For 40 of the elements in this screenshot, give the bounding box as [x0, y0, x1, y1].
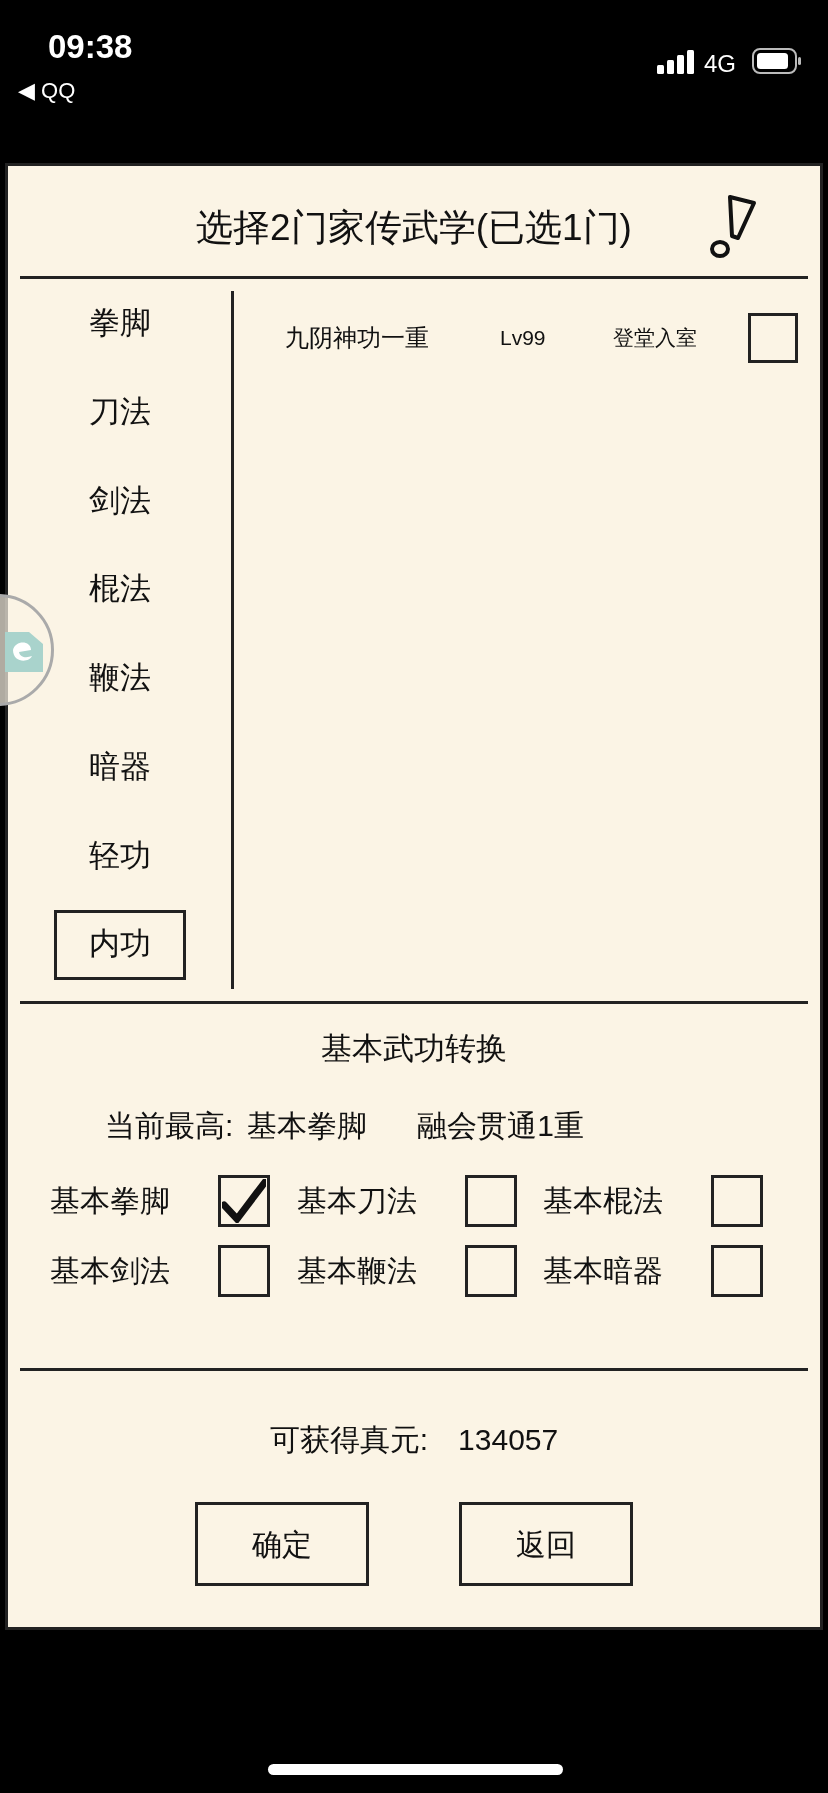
option-label: 基本剑法 — [50, 1253, 171, 1289]
category-tab[interactable]: 内功 — [53, 909, 186, 980]
checkbox[interactable] — [748, 313, 798, 363]
category-tab[interactable]: 暗器 — [53, 732, 186, 803]
checkbox[interactable] — [218, 1174, 270, 1227]
checkbox[interactable] — [464, 1174, 517, 1227]
category-tab[interactable]: 剑法 — [53, 465, 186, 536]
reward-label: 可获得真元: — [269, 1422, 429, 1458]
signal-icon — [657, 50, 695, 74]
option-label: 基本暗器 — [543, 1253, 665, 1289]
dialog-button[interactable]: 返回 — [459, 1502, 633, 1586]
option-label: 基本拳脚 — [50, 1183, 171, 1219]
option-label: 基本棍法 — [543, 1183, 665, 1219]
back-link[interactable]: ◀ QQ — [18, 74, 76, 107]
category-tab[interactable]: 棍法 — [53, 554, 186, 625]
skill-rank: 登堂入室 — [613, 325, 698, 352]
checkbox[interactable] — [711, 1174, 764, 1227]
current-best-skill: 基本拳脚 — [247, 1107, 368, 1144]
dialog-button[interactable]: 确定 — [195, 1502, 369, 1586]
checkbox[interactable] — [711, 1244, 764, 1297]
dialog-title: 选择2门家传武学(已选1门) — [196, 206, 632, 251]
skill-level: Lv99 — [500, 325, 547, 352]
category-tab[interactable]: 轻功 — [53, 820, 186, 891]
battery-icon — [752, 48, 802, 74]
section-heading: 基本武功转换 — [321, 1030, 507, 1068]
skill-name: 九阴神功一重 — [285, 323, 430, 353]
current-best-label: 当前最高: — [105, 1107, 234, 1144]
current-best-rank: 融会贯通1重 — [417, 1107, 585, 1144]
check-mark-icon — [222, 1178, 266, 1223]
category-tab[interactable]: 拳脚 — [53, 288, 186, 359]
checkbox[interactable] — [464, 1244, 517, 1297]
option-label: 基本鞭法 — [296, 1253, 418, 1289]
clock-time: 09:38 — [48, 27, 133, 67]
network-label: 4G — [704, 49, 736, 79]
reward-value: 134057 — [458, 1422, 559, 1458]
checkbox[interactable] — [218, 1244, 270, 1297]
option-label: 基本刀法 — [296, 1183, 418, 1219]
category-tab[interactable]: 鞭法 — [53, 643, 186, 714]
category-tab[interactable]: 刀法 — [53, 377, 186, 448]
exclamation-icon[interactable] — [708, 194, 758, 260]
